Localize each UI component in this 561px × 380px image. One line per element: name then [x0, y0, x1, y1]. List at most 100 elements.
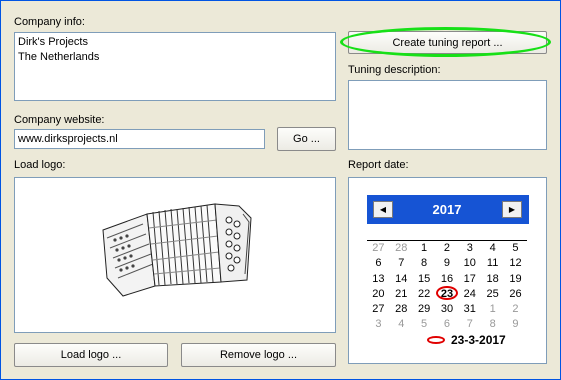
right-arrow-icon: ▶ — [508, 205, 516, 214]
calendar-day[interactable]: 5 — [413, 317, 436, 332]
calendar-day-number: 13 — [372, 272, 385, 285]
calendar-week-row: 13 14 15 16 17 18 19 — [367, 272, 527, 287]
calendar-day[interactable]: 20 — [367, 287, 390, 302]
calendar-day[interactable]: 9 — [436, 256, 459, 271]
calendar-week-row: 3 4 5 6 7 8 9 — [367, 317, 527, 332]
calendar-year: 2017 — [432, 202, 462, 217]
calendar-day[interactable]: 3 — [458, 241, 481, 256]
calendar-day[interactable]: 2 — [504, 302, 527, 317]
company-info-textarea[interactable]: Dirk's Projects The Netherlands — [14, 32, 336, 101]
calendar-day[interactable]: 11 — [481, 256, 504, 271]
calendar-header: ◀ 2017 ▶ — [367, 195, 529, 224]
calendar-day[interactable]: 28 — [390, 241, 413, 256]
today-date[interactable]: 23-3-2017 — [451, 333, 506, 347]
calendar-day[interactable]: 19 — [504, 272, 527, 287]
logo-image-box — [14, 177, 336, 333]
calendar-day-number: 18 — [486, 272, 499, 285]
calendar-day-number: 11 — [486, 257, 499, 270]
go-button[interactable]: Go ... — [277, 127, 336, 151]
calendar-day[interactable]: 8 — [481, 317, 504, 332]
calendar-day-number: 10 — [463, 257, 476, 270]
calendar-day[interactable]: 26 — [504, 287, 527, 302]
calendar-day-number: 26 — [509, 287, 522, 300]
calendar-day-number: 14 — [395, 272, 408, 285]
calendar-day[interactable]: 7 — [390, 256, 413, 271]
calendar-day-number: 31 — [463, 303, 476, 316]
calendar-day[interactable]: 3 — [367, 317, 390, 332]
calendar-day-number: 5 — [421, 318, 428, 331]
calendar-day[interactable]: 6 — [367, 256, 390, 271]
calendar-day-number: 2 — [512, 303, 519, 316]
calendar-day[interactable]: 13 — [367, 272, 390, 287]
calendar-day-number: 15 — [417, 272, 431, 285]
calendar-day[interactable]: 1 — [481, 302, 504, 317]
calendar-day-number: 17 — [463, 272, 476, 285]
calendar-day-selected[interactable]: 23 — [435, 285, 459, 302]
calendar-day[interactable]: 31 — [458, 302, 481, 317]
calendar-day[interactable]: 15 — [413, 272, 436, 287]
calendar-day-number: 6 — [443, 318, 451, 331]
load-logo-button[interactable]: Load logo ... — [14, 343, 168, 367]
calendar-day[interactable]: 5 — [504, 241, 527, 256]
calendar-day-number: 22 — [417, 287, 431, 300]
company-info-line: Dirk's Projects — [18, 36, 88, 48]
calendar-day[interactable]: 12 — [504, 256, 527, 271]
calendar-day-number: 7 — [466, 318, 473, 331]
calendar-day-number: 27 — [372, 242, 385, 254]
create-tuning-report-button[interactable]: Create tuning report ... — [348, 31, 547, 54]
calendar-day-number: 24 — [463, 287, 476, 300]
company-info-label: Company info: — [14, 16, 85, 28]
today-marker-icon — [427, 336, 445, 344]
calendar-day[interactable]: 22 — [413, 287, 436, 302]
calendar-day[interactable]: 10 — [458, 256, 481, 271]
calendar-day-number: 21 — [395, 287, 408, 300]
calendar-day-number: 2 — [443, 242, 451, 254]
left-arrow-icon: ◀ — [379, 205, 387, 214]
calendar-day[interactable]: 17 — [458, 272, 481, 287]
calendar-day[interactable]: 29 — [413, 302, 436, 317]
calendar-day[interactable]: 16 — [436, 272, 459, 287]
calendar-day[interactable]: 2 — [436, 241, 459, 256]
company-website-label: Company website: — [14, 114, 105, 126]
calendar-day[interactable]: 4 — [390, 317, 413, 332]
calendar-day-number: 3 — [375, 318, 382, 331]
selected-day-circle-icon — [435, 285, 458, 300]
calendar-day[interactable]: 14 — [390, 272, 413, 287]
calendar-day-number: 9 — [512, 318, 519, 331]
calendar-day[interactable]: 30 — [436, 302, 459, 317]
calendar-day-number: 27 — [372, 303, 385, 316]
calendar-day[interactable]: 27 — [367, 241, 390, 256]
calendar-day-number: 8 — [489, 318, 496, 331]
calendar-day-number: 1 — [489, 303, 496, 316]
calendar-day[interactable]: 25 — [481, 287, 504, 302]
report-date-label: Report date: — [348, 159, 409, 171]
calendar-day-number: 16 — [440, 272, 454, 285]
calendar-next-button[interactable]: ▶ — [502, 201, 522, 218]
calendar-day[interactable]: 4 — [481, 241, 504, 256]
tuning-description-label: Tuning description: — [348, 64, 441, 76]
calendar-week-row: 6 7 8 9 10 11 12 — [367, 256, 527, 271]
calendar-prev-button[interactable]: ◀ — [373, 201, 393, 218]
tuning-description-textarea[interactable] — [348, 80, 547, 150]
calendar-day[interactable]: 24 — [458, 287, 481, 302]
calendar-day[interactable]: 27 — [367, 302, 390, 317]
calendar-day-number: 8 — [421, 257, 428, 270]
calendar-day[interactable]: 8 — [413, 256, 436, 271]
calendar-day[interactable]: 18 — [481, 272, 504, 287]
calendar-day-number: 19 — [509, 272, 522, 285]
calendar-day-number: 28 — [395, 242, 408, 254]
calendar-day[interactable]: 21 — [390, 287, 413, 302]
calendar-day[interactable]: 7 — [458, 317, 481, 332]
calendar-day[interactable]: 1 — [413, 241, 436, 256]
calendar-week-row: 27 28 29 30 31 1 2 — [367, 302, 527, 317]
remove-logo-button[interactable]: Remove logo ... — [181, 343, 336, 367]
company-website-input[interactable]: www.dirksprojects.nl — [14, 129, 265, 149]
calendar-day-number: 7 — [398, 257, 405, 270]
calendar-day[interactable]: 28 — [390, 302, 413, 317]
company-info-line: The Netherlands — [18, 51, 100, 63]
calendar-day-number: 4 — [489, 242, 496, 254]
calendar-day-number: 4 — [398, 318, 405, 331]
calendar-day[interactable]: 6 — [436, 317, 459, 332]
calendar-day[interactable]: 9 — [504, 317, 527, 332]
accordion-icon — [102, 203, 252, 297]
